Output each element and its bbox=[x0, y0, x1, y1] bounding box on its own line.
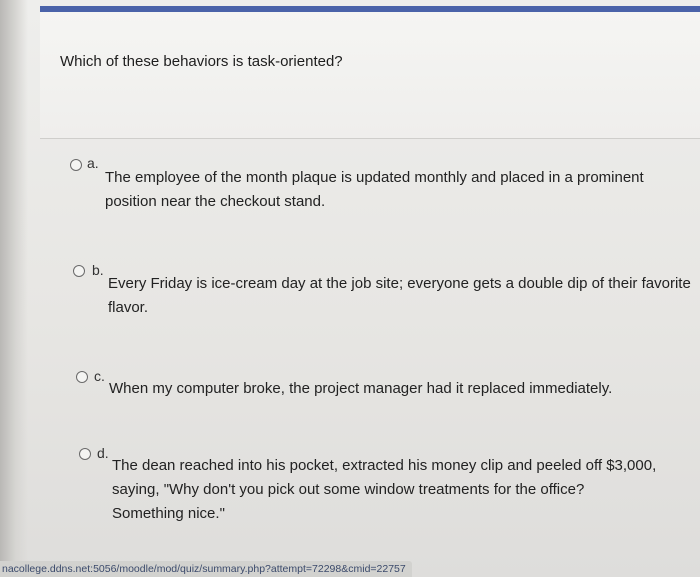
question-panel bbox=[40, 12, 700, 139]
option-b-radio[interactable] bbox=[73, 265, 85, 277]
quiz-page: Which of these behaviors is task-oriente… bbox=[0, 0, 700, 577]
option-d[interactable]: d. The dean reached into his pocket, ext… bbox=[79, 445, 669, 525]
option-a-letter: a. bbox=[87, 155, 99, 171]
option-c-radio[interactable] bbox=[76, 371, 88, 383]
option-a[interactable]: a. The employee of the month plaque is u… bbox=[70, 155, 680, 215]
screen-edge-shadow bbox=[0, 0, 28, 577]
question-text: Which of these behaviors is task-oriente… bbox=[60, 53, 343, 70]
option-b-letter: b. bbox=[92, 262, 104, 278]
option-c-text[interactable]: When my computer broke, the project mana… bbox=[109, 377, 634, 401]
status-bar-url: nacollege.ddns.net:5056/moodle/mod/quiz/… bbox=[0, 561, 412, 577]
option-c-letter: c. bbox=[94, 368, 105, 384]
option-a-radio[interactable] bbox=[70, 159, 82, 171]
option-d-letter: d. bbox=[97, 445, 109, 461]
option-d-radio[interactable] bbox=[79, 448, 91, 460]
option-c[interactable]: c. When my computer broke, the project m… bbox=[76, 368, 636, 404]
option-b-text[interactable]: Every Friday is ice-cream day at the job… bbox=[108, 272, 693, 320]
option-a-text[interactable]: The employee of the month plaque is upda… bbox=[105, 166, 680, 214]
option-d-text[interactable]: The dean reached into his pocket, extrac… bbox=[112, 454, 657, 526]
option-b[interactable]: b. Every Friday is ice-cream day at the … bbox=[73, 262, 693, 320]
